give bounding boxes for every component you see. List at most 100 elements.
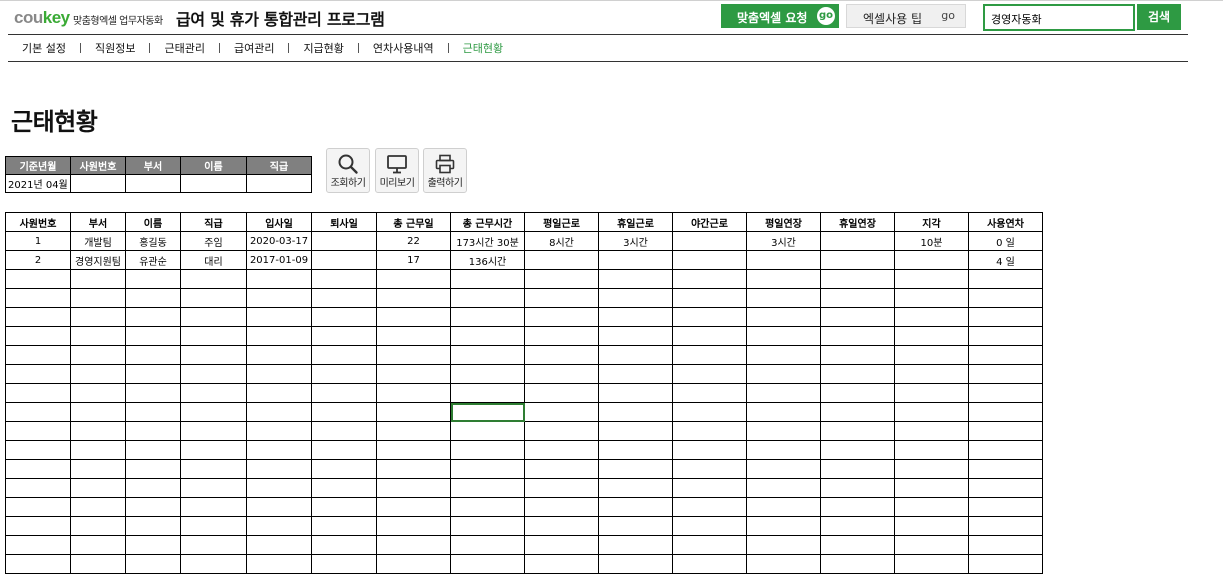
table-cell[interactable] <box>894 326 969 346</box>
table-cell[interactable] <box>5 554 71 574</box>
table-cell[interactable] <box>524 383 599 403</box>
table-cell[interactable] <box>524 516 599 536</box>
table-cell[interactable] <box>376 459 451 479</box>
table-cell[interactable] <box>746 364 821 384</box>
table-cell[interactable] <box>672 364 747 384</box>
table-cell[interactable] <box>968 421 1043 441</box>
table-cell[interactable] <box>746 269 821 289</box>
table-cell[interactable] <box>672 345 747 365</box>
table-cell[interactable] <box>376 345 451 365</box>
table-cell[interactable] <box>450 345 525 365</box>
table-cell[interactable] <box>311 516 377 536</box>
table-cell[interactable] <box>5 421 71 441</box>
table-cell[interactable] <box>894 516 969 536</box>
table-cell[interactable] <box>746 383 821 403</box>
table-cell[interactable] <box>311 269 377 289</box>
table-cell[interactable] <box>246 421 312 441</box>
table-cell[interactable] <box>968 364 1043 384</box>
table-cell[interactable] <box>894 269 969 289</box>
table-cell[interactable] <box>894 497 969 517</box>
table-cell[interactable] <box>820 535 895 555</box>
table-cell[interactable] <box>672 497 747 517</box>
table-cell[interactable] <box>598 478 673 498</box>
table-cell[interactable] <box>524 421 599 441</box>
table-cell[interactable] <box>820 554 895 574</box>
table-cell[interactable] <box>746 554 821 574</box>
table-cell[interactable] <box>125 440 181 460</box>
table-cell[interactable] <box>598 364 673 384</box>
table-cell[interactable] <box>598 516 673 536</box>
table-cell[interactable]: 대리 <box>180 250 247 270</box>
table-cell[interactable] <box>125 402 181 422</box>
table-cell[interactable] <box>180 364 247 384</box>
table-cell[interactable] <box>5 478 71 498</box>
table-cell[interactable] <box>376 288 451 308</box>
table-cell[interactable] <box>524 440 599 460</box>
table-cell[interactable] <box>70 326 126 346</box>
table-cell[interactable] <box>311 250 377 270</box>
table-cell[interactable] <box>70 345 126 365</box>
table-cell[interactable] <box>524 307 599 327</box>
table-cell[interactable] <box>311 288 377 308</box>
table-cell[interactable] <box>894 478 969 498</box>
table-cell[interactable] <box>894 402 969 422</box>
table-cell[interactable] <box>598 459 673 479</box>
table-cell[interactable] <box>5 535 71 555</box>
table-cell[interactable] <box>820 269 895 289</box>
table-cell[interactable] <box>524 497 599 517</box>
nav-item-3[interactable]: 근태관리 <box>150 40 218 56</box>
table-cell[interactable] <box>125 497 181 517</box>
table-cell[interactable] <box>968 459 1043 479</box>
table-cell[interactable] <box>450 364 525 384</box>
table-cell[interactable] <box>5 459 71 479</box>
table-cell[interactable] <box>820 326 895 346</box>
table-cell[interactable] <box>820 364 895 384</box>
table-cell[interactable]: 4 일 <box>968 250 1043 270</box>
table-cell[interactable] <box>746 421 821 441</box>
table-cell[interactable] <box>180 326 247 346</box>
table-cell[interactable] <box>70 421 126 441</box>
table-cell[interactable]: 3시간 <box>598 231 673 251</box>
table-cell[interactable] <box>376 326 451 346</box>
table-cell[interactable] <box>746 516 821 536</box>
table-cell[interactable] <box>524 364 599 384</box>
table-cell[interactable] <box>246 554 312 574</box>
coukey-logo[interactable]: coukey <box>14 8 70 28</box>
table-cell[interactable] <box>246 516 312 536</box>
table-cell[interactable] <box>672 535 747 555</box>
table-cell[interactable] <box>180 497 247 517</box>
table-cell[interactable] <box>894 459 969 479</box>
table-cell[interactable] <box>311 383 377 403</box>
table-cell[interactable] <box>70 402 126 422</box>
table-cell[interactable] <box>246 383 312 403</box>
table-cell[interactable] <box>968 345 1043 365</box>
table-cell[interactable]: 0 일 <box>968 231 1043 251</box>
table-cell[interactable] <box>246 307 312 327</box>
table-cell[interactable] <box>598 497 673 517</box>
table-cell[interactable]: 3시간 <box>746 231 821 251</box>
nav-item-7[interactable]: 근태현황 <box>449 40 517 56</box>
table-cell[interactable] <box>5 402 71 422</box>
table-cell[interactable] <box>246 345 312 365</box>
table-cell[interactable] <box>672 383 747 403</box>
table-cell[interactable] <box>5 364 71 384</box>
table-cell[interactable] <box>968 269 1043 289</box>
table-cell[interactable] <box>894 440 969 460</box>
table-cell[interactable] <box>672 421 747 441</box>
table-cell[interactable] <box>70 288 126 308</box>
table-cell[interactable] <box>311 459 377 479</box>
table-cell[interactable] <box>672 402 747 422</box>
table-cell[interactable] <box>311 478 377 498</box>
table-cell[interactable] <box>524 250 599 270</box>
table-cell[interactable] <box>376 364 451 384</box>
table-cell[interactable] <box>894 421 969 441</box>
table-cell[interactable] <box>450 307 525 327</box>
table-cell[interactable] <box>376 307 451 327</box>
filter-cell[interactable] <box>180 174 247 193</box>
table-cell[interactable] <box>376 497 451 517</box>
table-cell[interactable] <box>376 402 451 422</box>
table-cell[interactable] <box>450 497 525 517</box>
table-cell[interactable] <box>180 440 247 460</box>
table-cell[interactable] <box>746 402 821 422</box>
table-cell[interactable]: 136시간 <box>450 250 525 270</box>
